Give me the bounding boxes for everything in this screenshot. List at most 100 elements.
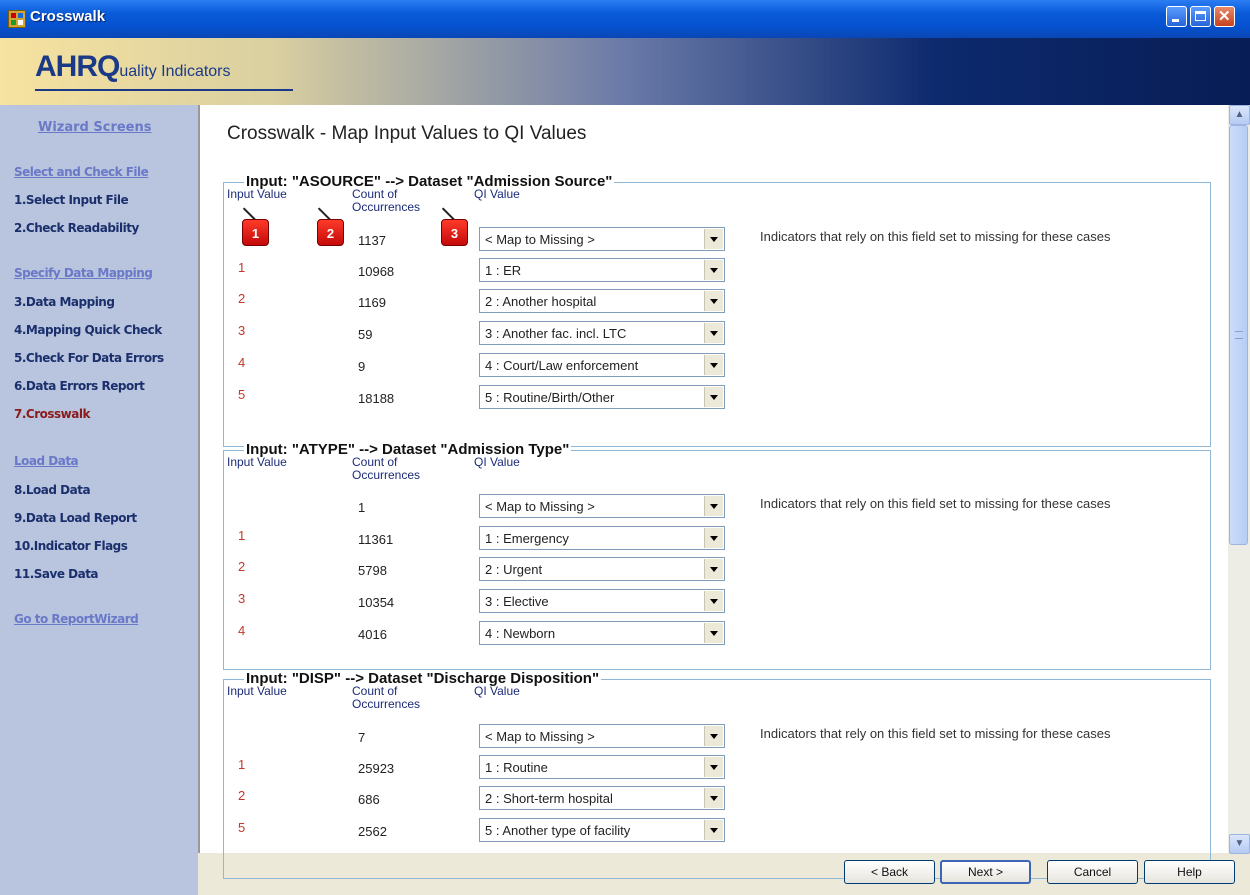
close-button[interactable] <box>1214 6 1235 27</box>
col-count-line2: Occurrences <box>352 200 421 214</box>
back-button[interactable]: < Back <box>844 860 935 884</box>
col-count-line2: Occurrences <box>352 697 421 711</box>
group-disp: Input: "DISP" --> Dataset "Discharge Dis… <box>223 670 1212 879</box>
chevron-down-icon[interactable] <box>704 291 723 311</box>
button-bar: < Back Next > Cancel Help <box>0 853 1250 895</box>
qi-value-select[interactable]: 5 : Routine/Birth/Other <box>479 385 725 409</box>
sidebar-header-data-mapping[interactable]: Specify Data Mapping <box>14 266 153 280</box>
qi-value-select[interactable]: 5 : Another type of facility <box>479 818 725 842</box>
chevron-down-icon[interactable] <box>704 623 723 643</box>
sidebar-item-check-data-errors[interactable]: 5.Check For Data Errors <box>14 351 164 365</box>
go-to-report-wizard-link[interactable]: Go to ReportWizard <box>14 612 139 626</box>
sidebar-item-data-errors-report[interactable]: 6.Data Errors Report <box>14 379 145 393</box>
table-row: 1 < Map to Missing > Indicators that rel… <box>224 494 1212 520</box>
sidebar-title[interactable]: Wizard Screens <box>38 120 151 135</box>
occurrence-count: 11361 <box>358 532 394 547</box>
col-qi-value: QI Value <box>474 455 520 469</box>
chevron-down-icon[interactable] <box>704 591 723 611</box>
sidebar-item-save-data[interactable]: 11.Save Data <box>14 567 99 581</box>
qi-value-select[interactable]: 2 : Short-term hospital <box>479 786 725 810</box>
qi-value-selected: 3 : Another fac. incl. LTC <box>485 326 627 341</box>
chevron-down-icon[interactable] <box>704 528 723 548</box>
missing-note: Indicators that rely on this field set t… <box>760 229 1111 244</box>
chevron-down-icon[interactable] <box>704 788 723 808</box>
table-row: 1 11361 1 : Emergency <box>224 526 1212 552</box>
scroll-up-icon[interactable]: ▲ <box>1229 105 1250 125</box>
input-value: 5 <box>238 820 246 835</box>
chevron-down-icon[interactable] <box>704 726 723 746</box>
sidebar-item-mapping-quick-check[interactable]: 4.Mapping Quick Check <box>14 323 162 337</box>
group-title-asource: Input: "ASOURCE" --> Dataset "Admission … <box>244 173 615 190</box>
table-row: 4 4016 4 : Newborn <box>224 621 1212 647</box>
sidebar-item-data-load-report[interactable]: 9.Data Load Report <box>14 511 137 525</box>
qi-value-selected: 4 : Newborn <box>485 626 556 641</box>
page-title: Crosswalk - Map Input Values to QI Value… <box>227 123 587 144</box>
occurrence-count: 25923 <box>358 761 395 776</box>
col-input-value: Input Value <box>227 455 287 469</box>
chevron-down-icon[interactable] <box>704 260 723 280</box>
sidebar-item-select-input-file[interactable]: 1.Select Input File <box>14 193 129 207</box>
sidebar-header-select-check[interactable]: Select and Check File <box>14 165 149 179</box>
occurrence-count: 4016 <box>358 627 387 642</box>
next-button[interactable]: Next > <box>940 860 1031 884</box>
grip-icon <box>1235 331 1243 339</box>
qi-value-select[interactable]: < Map to Missing > <box>479 227 725 251</box>
qi-value-select[interactable]: 1 : Routine <box>479 755 725 779</box>
qi-value-select[interactable]: < Map to Missing > <box>479 724 725 748</box>
occurrence-count: 9 <box>358 359 366 374</box>
chevron-down-icon[interactable] <box>704 820 723 840</box>
group-asource: Input: "ASOURCE" --> Dataset "Admission … <box>223 173 1212 447</box>
chevron-down-icon[interactable] <box>704 323 723 343</box>
sidebar-item-check-readability[interactable]: 2.Check Readability <box>14 221 139 235</box>
input-value: 3 <box>238 591 246 606</box>
minimize-button[interactable] <box>1166 6 1187 27</box>
qi-value-select[interactable]: 3 : Elective <box>479 589 725 613</box>
table-row: 2 1169 2 : Another hospital <box>224 289 1212 315</box>
table-row: 1137 < Map to Missing > Indicators that … <box>224 227 1212 253</box>
window-title: Crosswalk <box>30 8 106 25</box>
sidebar-header-load-data[interactable]: Load Data <box>14 454 79 468</box>
qi-value-select[interactable]: 3 : Another fac. incl. LTC <box>479 321 725 345</box>
table-row: 3 59 3 : Another fac. incl. LTC <box>224 321 1212 347</box>
input-value: 2 <box>238 788 246 803</box>
vertical-scrollbar[interactable]: ▲ ▼ <box>1228 105 1250 854</box>
occurrence-count: 2562 <box>358 824 387 839</box>
qi-value-select[interactable]: 1 : Emergency <box>479 526 725 550</box>
chevron-down-icon[interactable] <box>704 559 723 579</box>
sidebar-item-crosswalk[interactable]: 7.Crosswalk <box>14 407 90 421</box>
qi-value-select[interactable]: 4 : Court/Law enforcement <box>479 353 725 377</box>
qi-value-selected: 3 : Elective <box>485 594 549 609</box>
qi-value-selected: 2 : Urgent <box>485 562 543 577</box>
chevron-down-icon[interactable] <box>704 496 723 516</box>
qi-value-select[interactable]: 2 : Urgent <box>479 557 725 581</box>
chevron-down-icon[interactable] <box>704 757 723 777</box>
cancel-button[interactable]: Cancel <box>1047 860 1138 884</box>
help-button[interactable]: Help <box>1144 860 1235 884</box>
chevron-down-icon[interactable] <box>704 387 723 407</box>
table-row: 7 < Map to Missing > Indicators that rel… <box>224 724 1212 750</box>
qi-value-selected: 1 : Emergency <box>485 531 569 546</box>
scroll-down-icon[interactable]: ▼ <box>1229 834 1250 854</box>
banner: AHRQuality Indicators <box>0 38 1250 105</box>
chevron-down-icon[interactable] <box>704 355 723 375</box>
chevron-down-icon[interactable] <box>704 229 723 249</box>
table-row: 1 10968 1 : ER <box>224 258 1212 284</box>
input-value: 2 <box>238 559 246 574</box>
input-value: 4 <box>238 355 246 370</box>
scroll-thumb[interactable] <box>1229 125 1248 545</box>
qi-value-selected: 4 : Court/Law enforcement <box>485 358 639 373</box>
qi-value-select[interactable]: 2 : Another hospital <box>479 289 725 313</box>
qi-value-select[interactable]: 4 : Newborn <box>479 621 725 645</box>
occurrence-count: 7 <box>358 730 366 745</box>
maximize-button[interactable] <box>1190 6 1211 27</box>
qi-value-selected: < Map to Missing > <box>485 499 595 514</box>
occurrence-count: 18188 <box>358 391 395 406</box>
qi-value-select[interactable]: 1 : ER <box>479 258 725 282</box>
sidebar-item-load-data[interactable]: 8.Load Data <box>14 483 91 497</box>
missing-note: Indicators that rely on this field set t… <box>760 726 1111 741</box>
sidebar-item-data-mapping[interactable]: 3.Data Mapping <box>14 295 115 309</box>
sidebar-item-indicator-flags[interactable]: 10.Indicator Flags <box>14 539 128 553</box>
qi-value-select[interactable]: < Map to Missing > <box>479 494 725 518</box>
missing-note: Indicators that rely on this field set t… <box>760 496 1111 511</box>
occurrence-count: 5798 <box>358 563 387 578</box>
